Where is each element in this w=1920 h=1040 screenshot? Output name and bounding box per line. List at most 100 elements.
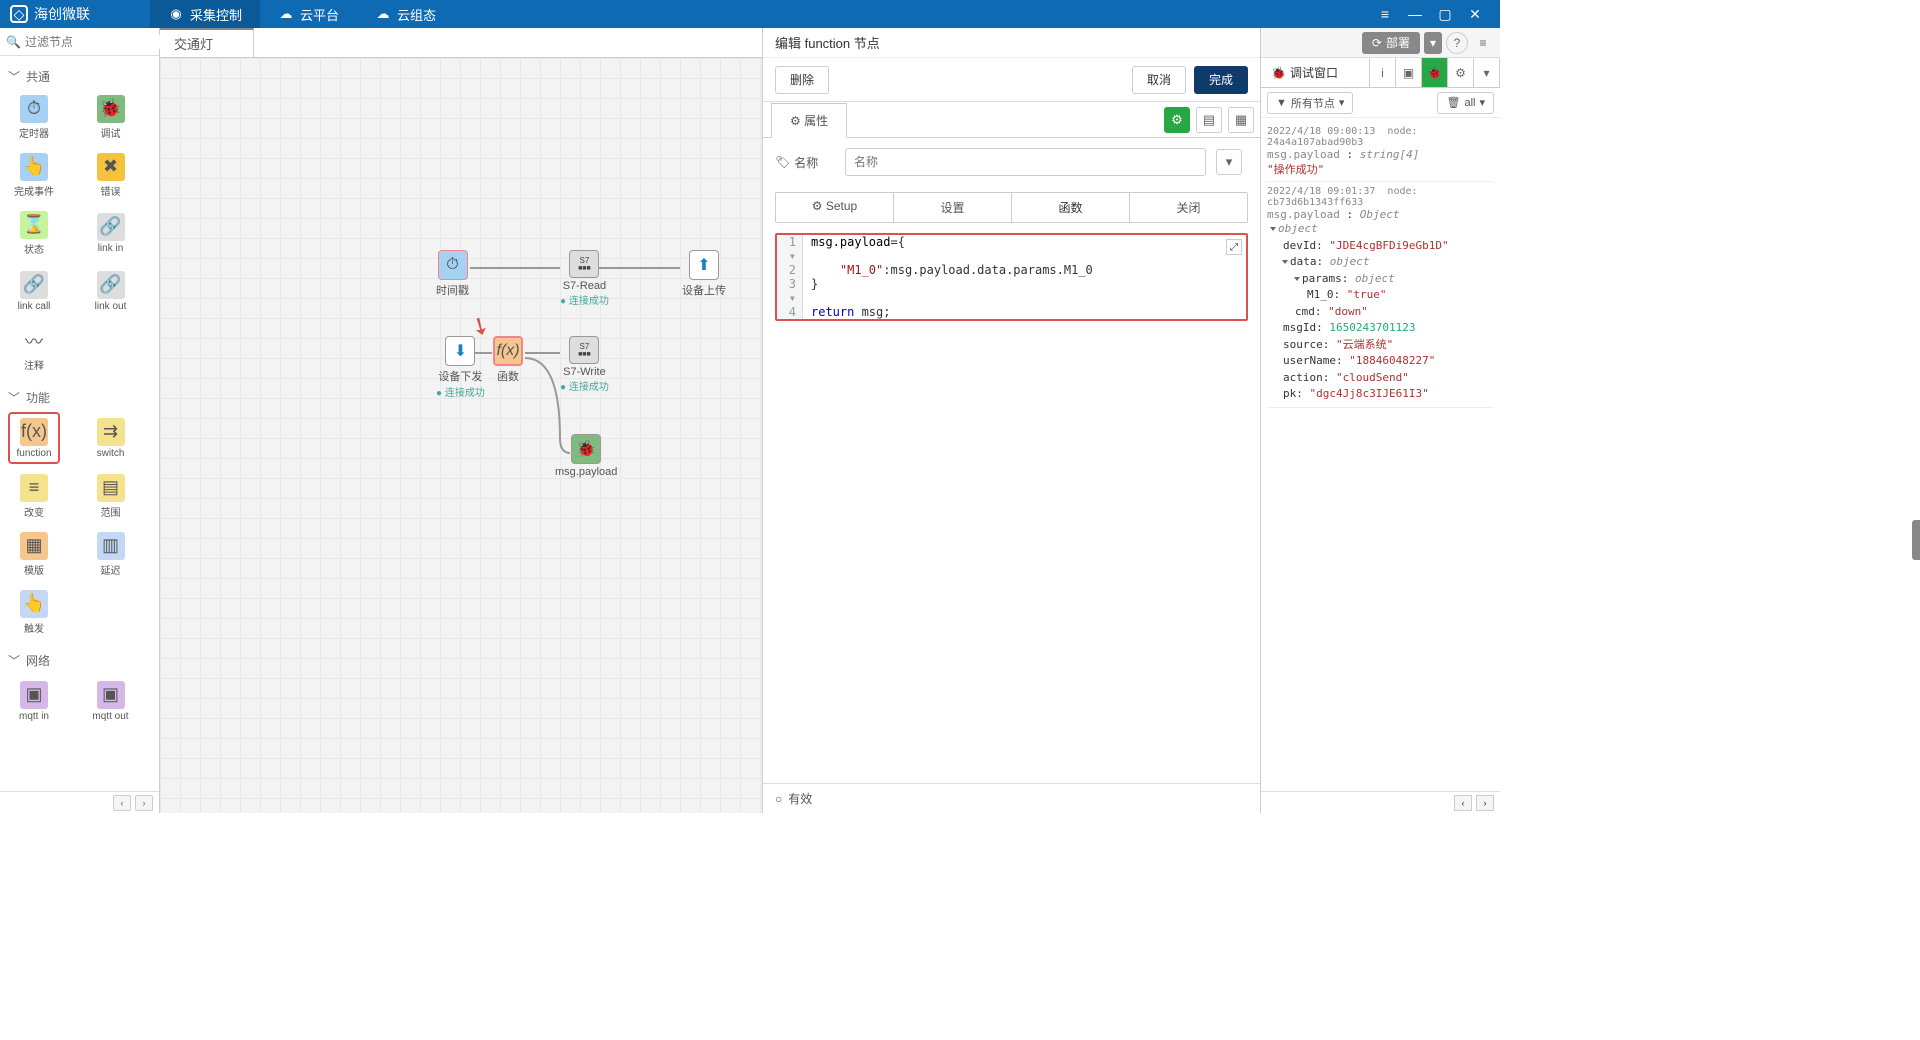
brand: ◇ 海创微联	[10, 4, 90, 24]
subtab-setup[interactable]: ⚙ Setup	[776, 193, 894, 222]
palette-node-状态[interactable]: ⌛状态	[8, 207, 60, 259]
palette-node-switch[interactable]: ⇉switch	[85, 412, 137, 464]
help-icon[interactable]: ?	[1446, 32, 1468, 54]
palette-node-注释[interactable]: 〰注释	[8, 323, 60, 375]
sidebar-handle[interactable]	[1912, 520, 1920, 560]
appearance-icon[interactable]: ▦	[1228, 107, 1254, 133]
enabled-label: 有效	[788, 790, 812, 807]
menu-icon[interactable]: ≡	[1370, 0, 1400, 28]
subtab-close[interactable]: 关闭	[1130, 193, 1247, 222]
gear-icon: ⚙	[790, 114, 801, 128]
chevron-down-icon: ﹀	[8, 389, 20, 406]
palette-node-link-out[interactable]: 🔗link out	[85, 265, 137, 317]
brand-icon: ◇	[10, 5, 28, 23]
menu-icon[interactable]: ≡	[1472, 32, 1494, 54]
right-sidebar: ⟳部署 ▾ ? ≡ 🐞调试窗口 i ▣ 🐞 ⚙ ▾ ▼所有节点 ▾ 🗑all ▾…	[1260, 28, 1500, 813]
filter-icon: ▼	[1276, 97, 1287, 109]
node-s7-read[interactable]: S7■■■ S7-Read ● 连接成功	[560, 250, 609, 307]
brand-text: 海创微联	[34, 4, 90, 24]
delete-button[interactable]: 删除	[775, 66, 829, 94]
gear-icon: ⚙	[812, 199, 823, 213]
clear-button[interactable]: 🗑all ▾	[1437, 92, 1494, 114]
bookmark-icon[interactable]: ▾	[1216, 149, 1242, 175]
search-icon: 🔍	[6, 35, 21, 49]
doc-icon[interactable]: ▤	[1196, 107, 1222, 133]
palette-node-function[interactable]: f(x)function	[8, 412, 60, 464]
cloud-icon: ☁	[278, 6, 294, 22]
palette-node-改变[interactable]: ≡改变	[8, 470, 60, 522]
palette-node-触发[interactable]: 👆触发	[8, 586, 60, 638]
debug-entry[interactable]: 2022/4/18 09:01:37 node: cb73d6b1343ff63…	[1267, 182, 1494, 408]
code-editor[interactable]: ⤢ 1 ▾msg.payload={ 2 "M1_0":msg.payload.…	[775, 233, 1248, 321]
tag-icon: 🏷	[775, 155, 790, 169]
sidebar-collapse-icon[interactable]: ‹	[1454, 795, 1472, 811]
palette-expand-icon[interactable]: ›	[135, 795, 153, 811]
palette-search-input[interactable]	[25, 35, 180, 49]
node-device-download[interactable]: ⬇ 设备下发 ● 连接成功	[436, 336, 485, 399]
edit-panel: 编辑 function 节点 删除 取消 完成 ⚙ 属性 ⚙ ▤ ▦ 🏷名称 ▾…	[762, 28, 1260, 813]
chevron-down-icon: ﹀	[8, 68, 20, 85]
name-input[interactable]	[845, 148, 1206, 176]
node-device-upload[interactable]: ⬆ 设备上传	[682, 250, 726, 298]
canvas-area: 交通灯 ⏱ 时间戳 S7■■■ S7-Read ● 连接成功 ⬆ 设备上传	[160, 28, 762, 813]
window-minimize[interactable]: —	[1400, 0, 1430, 28]
edit-panel-title: 编辑 function 节点	[763, 28, 1260, 58]
palette-node-调试[interactable]: 🐞调试	[85, 91, 137, 143]
info-tab-icon[interactable]: i	[1370, 58, 1396, 87]
palette-node-范围[interactable]: ▤范围	[85, 470, 137, 522]
cloud-icon: ☁	[375, 6, 391, 22]
titlebar: ◇ 海创微联 ◉采集控制 ☁云平台 ☁云组态 ≡ — ▢ ✕	[0, 0, 1500, 28]
debug-entry[interactable]: 2022/4/18 09:00:13 node: 24a4a107abad90b…	[1267, 122, 1494, 182]
nav-cloud-platform[interactable]: ☁云平台	[260, 0, 357, 28]
node-debug[interactable]: 🐞 msg.payload	[555, 434, 617, 478]
palette-cat-common[interactable]: ﹀共通	[8, 62, 151, 91]
done-button[interactable]: 完成	[1194, 66, 1248, 94]
expand-icon[interactable]: ⤢	[1226, 239, 1242, 255]
palette-node-定时器[interactable]: ⏱定时器	[8, 91, 60, 143]
nav-collect[interactable]: ◉采集控制	[150, 0, 260, 28]
cancel-button[interactable]: 取消	[1132, 66, 1186, 94]
palette-node-模版[interactable]: ▦模版	[8, 528, 60, 580]
palette-node-完成事件[interactable]: 👆完成事件	[8, 149, 60, 201]
node-function[interactable]: f(x) 函数	[493, 336, 523, 384]
name-label: 🏷名称	[775, 154, 835, 171]
chevron-down-icon: ﹀	[8, 652, 20, 669]
palette-node-mqtt-out[interactable]: ▣mqtt out	[85, 675, 137, 727]
window-close[interactable]: ✕	[1460, 0, 1490, 28]
enabled-toggle-icon[interactable]: ○	[775, 792, 782, 806]
palette-node-link-in[interactable]: 🔗link in	[85, 207, 137, 259]
properties-tab[interactable]: ⚙ 属性	[771, 103, 847, 138]
bug-icon: 🐞	[1271, 66, 1286, 80]
deploy-icon: ⟳	[1372, 36, 1382, 50]
config-tab-icon[interactable]: ⚙	[1448, 58, 1474, 87]
deploy-dropdown[interactable]: ▾	[1424, 32, 1442, 54]
settings-icon[interactable]: ⚙	[1164, 107, 1190, 133]
node-s7-write[interactable]: S7■■■ S7-Write ● 连接成功	[560, 336, 609, 393]
help-tab-icon[interactable]: ▣	[1396, 58, 1422, 87]
subtab-set[interactable]: 设置	[894, 193, 1012, 222]
debug-tab-icon[interactable]: 🐞	[1422, 58, 1448, 87]
subtab-function[interactable]: 函数	[1012, 193, 1130, 222]
deploy-button[interactable]: ⟳部署	[1362, 32, 1420, 54]
palette-node-错误[interactable]: ✖错误	[85, 149, 137, 201]
dashboard-icon: ◉	[168, 6, 184, 22]
palette-cat-function[interactable]: ﹀功能	[8, 383, 151, 412]
node-inject-time[interactable]: ⏱ 时间戳	[436, 250, 469, 298]
node-palette: 🔍 ﹀共通 ⏱定时器 🐞调试 👆完成事件 ✖错误 ⌛状态 🔗link in 🔗link ca…	[0, 28, 160, 813]
sidebar-expand-icon[interactable]: ›	[1476, 795, 1494, 811]
flow-canvas[interactable]: ⏱ 时间戳 S7■■■ S7-Read ● 连接成功 ⬆ 设备上传 ⬇ 设备下发…	[160, 58, 762, 813]
debug-tab[interactable]: 🐞调试窗口	[1261, 58, 1370, 87]
nav-cloud-scada[interactable]: ☁云组态	[357, 0, 454, 28]
flow-tabs: 交通灯	[160, 28, 762, 58]
filter-nodes-dropdown[interactable]: ▼所有节点 ▾	[1267, 92, 1353, 114]
palette-node-mqtt-in[interactable]: ▣mqtt in	[8, 675, 60, 727]
more-tab-icon[interactable]: ▾	[1474, 58, 1500, 87]
palette-node-延迟[interactable]: ▥延迟	[85, 528, 137, 580]
palette-collapse-icon[interactable]: ‹	[113, 795, 131, 811]
trash-icon: 🗑	[1446, 96, 1460, 109]
flow-tab[interactable]: 交通灯	[160, 28, 254, 57]
palette-cat-network[interactable]: ﹀网络	[8, 646, 151, 675]
palette-search[interactable]: 🔍	[0, 28, 159, 56]
window-maximize[interactable]: ▢	[1430, 0, 1460, 28]
palette-node-link-call[interactable]: 🔗link call	[8, 265, 60, 317]
